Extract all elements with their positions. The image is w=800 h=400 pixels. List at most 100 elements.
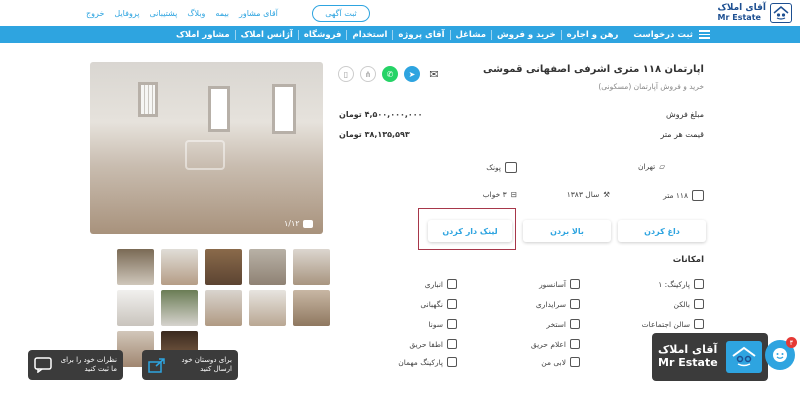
city-value: تهران: [637, 162, 656, 171]
map-icon: ▱: [659, 162, 665, 171]
share-friends-card[interactable]: برای دوستان خود ارسال کنید: [142, 350, 238, 380]
brand-text-en: Mr Estate: [658, 356, 718, 369]
guest-parking-icon: [447, 357, 457, 367]
sale-price-row: مبلغ فروش ۴,۵۰۰,۰۰۰,۰۰۰ تومان: [339, 110, 704, 119]
area-icon: [692, 190, 704, 201]
nav-item-jobs[interactable]: مشاغل: [449, 29, 492, 40]
brand-logo-icon: [726, 341, 762, 373]
amenity-item: سالن اجتماعات: [642, 319, 704, 329]
rooms-value: ۳ خواب: [482, 190, 507, 199]
share-friends-text: برای دوستان خود ارسال کنید: [181, 355, 233, 373]
district-info: پونک: [486, 162, 517, 173]
nav-item-project[interactable]: آقای پروژه: [392, 29, 449, 40]
city-info: ▱ تهران: [638, 162, 665, 171]
whatsapp-icon[interactable]: ✆: [382, 66, 398, 82]
storage-icon: [447, 279, 457, 289]
janitor-icon: [570, 299, 580, 309]
area-info: ۱۱۸ متر: [663, 190, 704, 201]
amenity-label: لابی من: [541, 357, 566, 367]
balcony-icon: [694, 299, 704, 309]
extinguisher-icon: [447, 339, 457, 349]
highlight-frame: [418, 208, 516, 250]
amenity-item: سرایداری: [536, 299, 580, 309]
comment-icon: [34, 357, 52, 373]
year-value: سال ۱۳۸۳: [566, 190, 600, 199]
amenity-label: بالکن: [673, 299, 690, 309]
elevator-icon: [570, 279, 580, 289]
nav-item-agency[interactable]: آژانس املاک: [234, 29, 298, 40]
main-nav: ثبت درخواست رهن و اجاره خرید و فروش مشاغ…: [0, 26, 800, 43]
nav-item-buy-sell[interactable]: خرید و فروش: [491, 29, 561, 40]
thumbnail[interactable]: [161, 290, 198, 326]
feedback-card[interactable]: نظرات خود را برای ما ثبت کنید: [28, 350, 123, 380]
amenity-item: استخر: [546, 319, 580, 329]
sale-price-label: مبلغ فروش: [665, 110, 704, 119]
hot-button[interactable]: داغ کردن: [618, 220, 706, 242]
top-links: آقای مشاور بیمه وبلاگ پشتیبانی پروفایل خ…: [86, 0, 278, 26]
top-link-profile[interactable]: پروفایل: [114, 9, 139, 18]
fire-alarm-icon: [570, 339, 580, 349]
feedback-text: نظرات خود را برای ما ثبت کنید: [60, 355, 117, 373]
amenity-label: سونا: [428, 319, 443, 329]
thumbnail[interactable]: [249, 249, 286, 285]
listing-actions-icons: ▯ ⋔ ✆ ➤ ✉: [338, 66, 442, 82]
photo-counter: ۱/۱۲: [284, 219, 313, 228]
amenity-label: اعلام حریق: [530, 339, 566, 349]
top-link-insurance[interactable]: بیمه: [215, 9, 229, 18]
photo-window: [208, 86, 230, 132]
thumbnail[interactable]: [117, 249, 154, 285]
thumbnail[interactable]: [161, 249, 198, 285]
district-value: پونک: [486, 163, 501, 172]
amenity-label: پارکینگ مهمان: [398, 357, 443, 367]
top-link-blog[interactable]: وبلاگ: [187, 9, 205, 18]
amenity-item: اطفا حریق: [409, 339, 457, 349]
site-logo[interactable]: آقای املاک Mr Estate: [718, 3, 792, 23]
amenity-item: آسانسور: [539, 279, 580, 289]
nav-request[interactable]: ثبت درخواست: [627, 30, 710, 40]
amenity-label: سرایداری: [535, 299, 566, 309]
brand-badge[interactable]: آقای املاک Mr Estate: [652, 333, 768, 381]
amenity-label: اطفا حریق: [409, 339, 443, 349]
photo-counter-text: ۱/۱۲: [284, 219, 300, 228]
nav-item-hiring[interactable]: استخدام: [346, 29, 392, 40]
thumbnail[interactable]: [249, 290, 286, 326]
thumbnail[interactable]: [205, 249, 242, 285]
thumbnail[interactable]: [205, 290, 242, 326]
year-info: ⚒ سال ۱۳۸۳: [567, 190, 610, 199]
amenity-item: پارکینگ مهمان: [398, 357, 457, 367]
top-link-logout[interactable]: خروج: [86, 9, 104, 18]
telegram-icon[interactable]: ➤: [404, 66, 420, 82]
bump-button[interactable]: بالا بردن: [523, 220, 611, 242]
menu-icon: [699, 30, 710, 39]
listing-title: اپارتمان ۱۱۸ متری اشرفی اصفهانی قموشی: [483, 64, 704, 75]
nav-item-shop[interactable]: فروشگاه: [297, 29, 347, 40]
post-ad-button[interactable]: ثبت آگهی: [312, 5, 370, 22]
amenity-label: آسانسور: [539, 279, 566, 289]
chat-badge: ۴: [786, 337, 797, 348]
main-photo[interactable]: ۱/۱۲: [90, 62, 323, 234]
share-icon[interactable]: ⋔: [360, 66, 376, 82]
top-header: آقای املاک Mr Estate ثبت آگهی آقای مشاور…: [0, 0, 800, 26]
pool-icon: [570, 319, 580, 329]
top-link-advisor[interactable]: آقای مشاور: [239, 9, 278, 18]
area-value: ۱۱۸ متر: [663, 191, 688, 200]
bookmark-icon[interactable]: ▯: [338, 66, 354, 82]
amenity-label: پارکینگ: ۱: [658, 279, 690, 289]
building-icon: [505, 162, 517, 173]
parking-icon: [694, 279, 704, 289]
chat-button[interactable]: ۴: [765, 337, 797, 370]
rooms-info: ⊟ ۳ خواب: [483, 190, 517, 199]
nav-item-rent[interactable]: رهن و اجاره: [560, 29, 624, 40]
logo-text-en: Mr Estate: [717, 12, 761, 22]
thumbnail[interactable]: [117, 290, 154, 326]
thumbnail[interactable]: [293, 290, 330, 326]
email-icon[interactable]: ✉: [426, 66, 442, 82]
amenity-item: اعلام حریق: [531, 339, 580, 349]
top-link-support[interactable]: پشتیبانی: [149, 9, 177, 18]
listing-subtitle: خرید و فروش آپارتمان (مسکونی): [598, 82, 704, 91]
amenity-item: انباری: [425, 279, 457, 289]
nav-item-consultant[interactable]: مشاور املاک: [171, 30, 235, 40]
thumbnail[interactable]: [293, 249, 330, 285]
amenity-item: لابی من: [541, 357, 580, 367]
photo-window: [138, 82, 158, 117]
